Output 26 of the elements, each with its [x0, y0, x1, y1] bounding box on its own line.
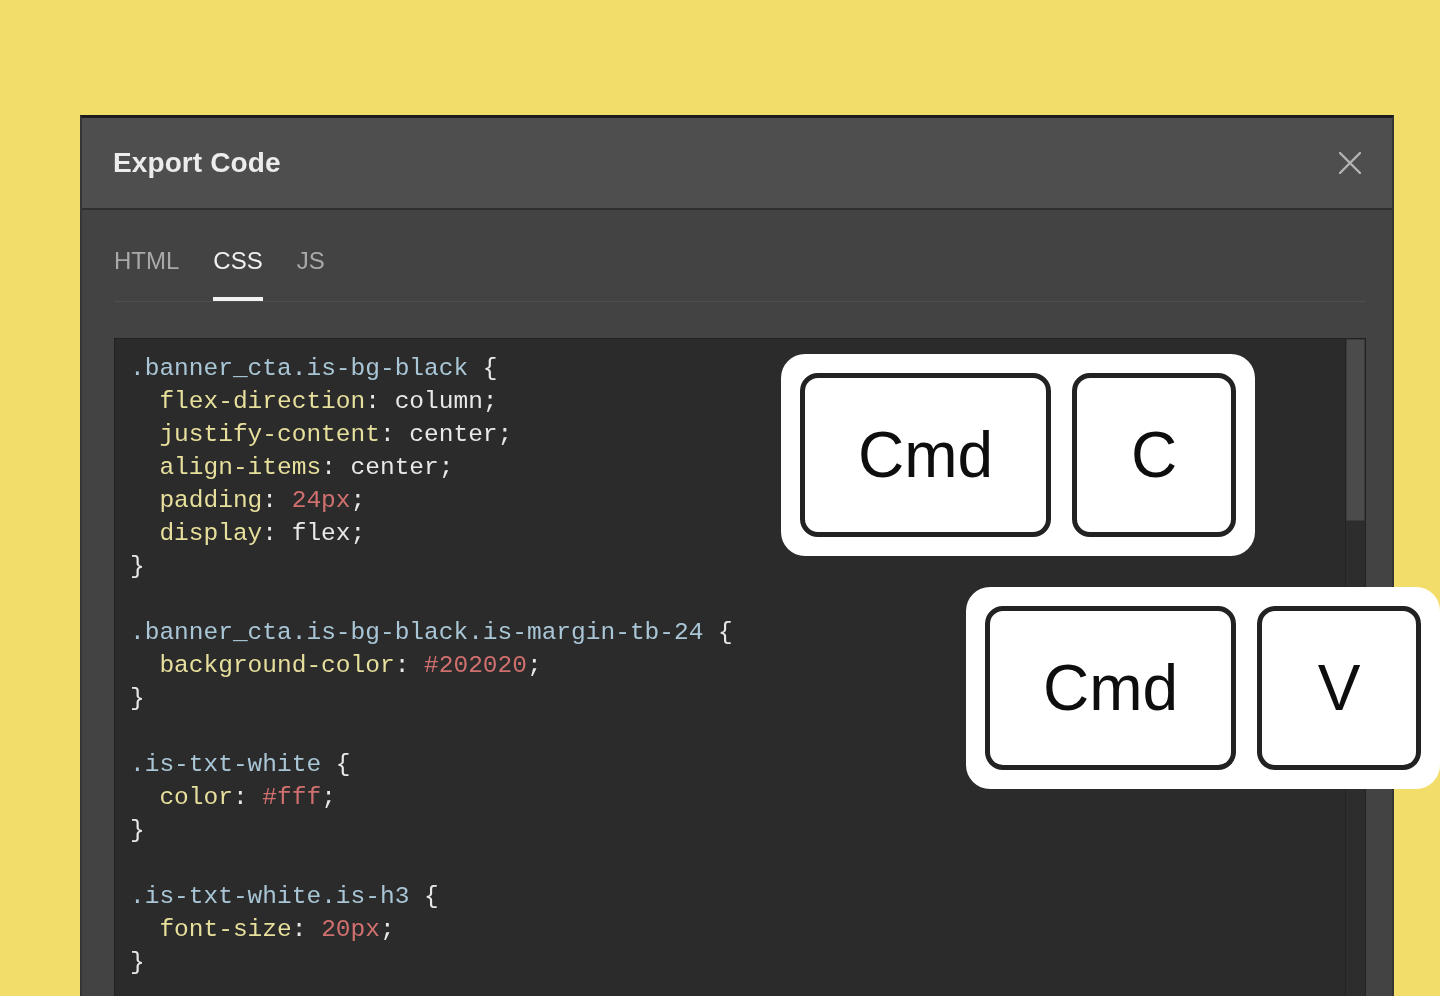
code-line: .is-txt-white {: [130, 750, 351, 780]
close-icon[interactable]: [1339, 152, 1361, 174]
scrollbar-thumb[interactable]: [1346, 339, 1365, 521]
code-line: align-items: center;: [158, 453, 454, 483]
code-line: display: flex;: [158, 519, 366, 549]
code-line: .banner_cta.is-bg-black.is-margin-tb-24 {: [130, 618, 733, 648]
tab[interactable]: CSS: [213, 210, 263, 301]
tab[interactable]: HTML: [114, 210, 180, 301]
keyboard-key: V: [1257, 606, 1422, 770]
code-line: justify-content: center;: [158, 420, 513, 450]
code-line: .is-txt-white.is-h3 {: [130, 882, 439, 912]
tab[interactable]: JS: [296, 210, 325, 301]
code-line: color: #fff;: [158, 783, 336, 813]
code-line: flex-direction: column;: [158, 387, 498, 417]
keyboard-key: Cmd: [800, 373, 1052, 537]
dialog-title: Export Code: [113, 147, 281, 179]
code-line: background-color: #202020;: [158, 651, 542, 681]
code-line: }: [130, 552, 145, 582]
code-line: }: [130, 816, 145, 846]
keyboard-key: Cmd: [985, 606, 1237, 770]
code-line: padding: 24px;: [158, 486, 366, 516]
code-line: }: [130, 948, 145, 978]
code-line: font-size: 20px;: [158, 915, 395, 945]
code-line: .banner_cta.is-bg-black {: [130, 354, 498, 384]
keyboard-key: C: [1072, 373, 1237, 537]
code-line: }: [130, 684, 145, 714]
